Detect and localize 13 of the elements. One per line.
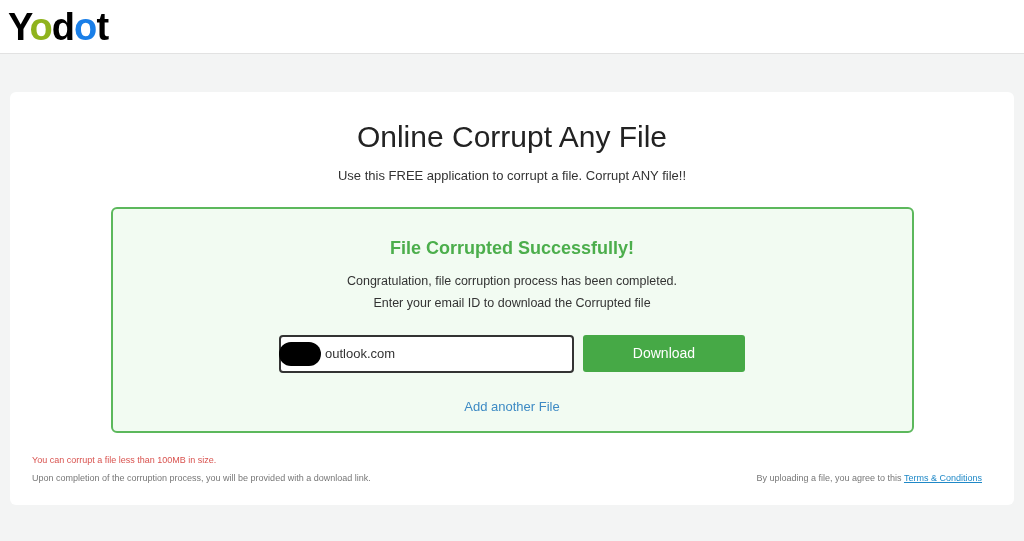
add-another-file-link[interactable]: Add another File: [464, 396, 560, 416]
download-button[interactable]: Download: [583, 334, 745, 372]
email-field[interactable]: outlook.com: [279, 334, 574, 373]
terms-notice: By uploading a file, you agree to this Terms & Conditions: [756, 471, 982, 485]
size-warning: You can corrupt a file less than 100MB in size.: [32, 454, 218, 467]
page-subtitle: Use this FREE application to corrupt a file. Corrupt ANY file!!: [338, 166, 686, 185]
success-heading: File Corrupted Successfully!: [389, 237, 635, 260]
terms-link[interactable]: Terms & Conditions: [903, 472, 982, 483]
page-title: Online Corrupt Any File: [356, 119, 668, 155]
logo[interactable]: Yodot: [8, 7, 109, 46]
download-note: Upon completion of the corruption process, you will be provided with a download link.: [32, 471, 371, 485]
message-line: Enter your email ID to download the Corrupted file: [373, 294, 651, 312]
message-line: Congratulation, file corruption process has been completed.: [346, 273, 678, 290]
